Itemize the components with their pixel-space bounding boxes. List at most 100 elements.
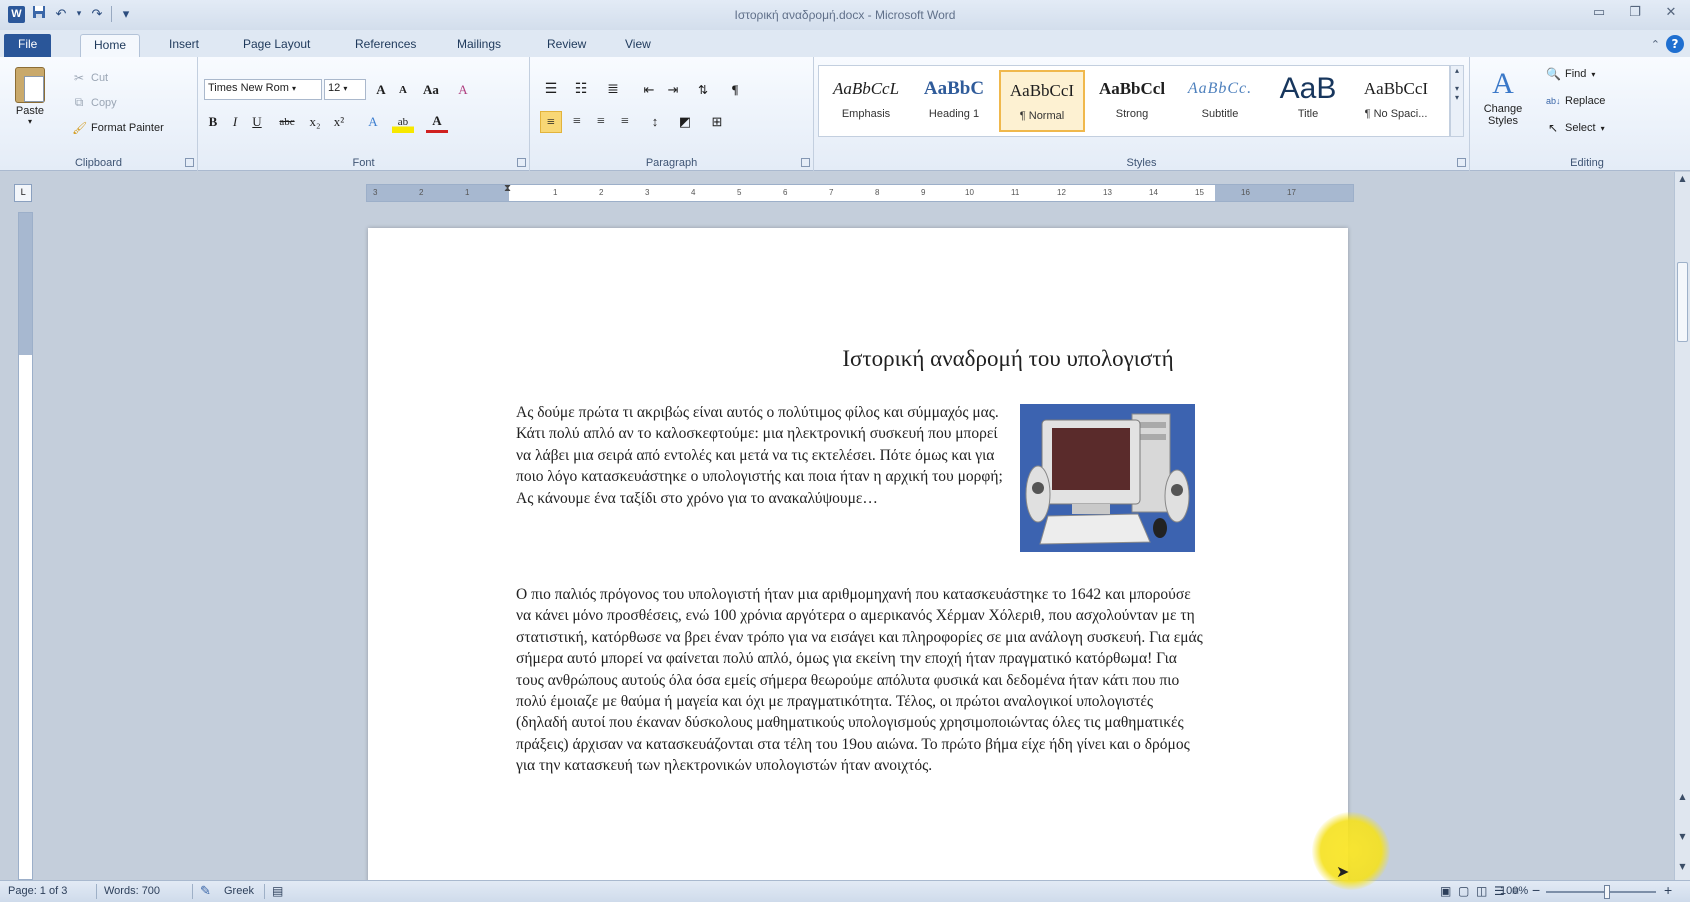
change-case-button[interactable]: Aa [420, 79, 442, 101]
decrease-indent-icon[interactable]: ⇤ [638, 79, 660, 101]
scissors-icon: ✂ [73, 71, 85, 85]
find-button[interactable]: 🔍 Find ▾ [1546, 67, 1595, 81]
clear-formatting-button[interactable]: A [452, 79, 474, 101]
multilevel-list-icon[interactable]: ≣ [602, 79, 624, 101]
highlight-button[interactable]: ab [392, 111, 414, 133]
strikethrough-button[interactable]: abc [276, 111, 298, 133]
line-spacing-icon[interactable]: ↕ [644, 111, 666, 133]
zoom-slider-thumb[interactable] [1604, 885, 1610, 899]
dialog-launcher-icon[interactable] [1457, 158, 1466, 167]
shrink-font-button[interactable]: A [392, 79, 414, 101]
style-strong[interactable]: AaBbCcl Strong [1089, 70, 1175, 132]
font-name-value: Times New Rom [208, 82, 289, 94]
language-indicator[interactable]: Greek [224, 885, 254, 897]
align-right-icon[interactable]: ≡ [590, 111, 612, 133]
shading-icon[interactable]: ◩ [674, 111, 696, 133]
font-name-combo[interactable]: Times New Rom ▾ [204, 79, 322, 100]
grow-font-button[interactable]: A [370, 79, 392, 101]
indent-marker-icon[interactable]: ⧗ [504, 183, 511, 194]
proofing-icon[interactable]: ✎ [200, 883, 211, 899]
bullets-icon[interactable]: ☰ [540, 79, 562, 101]
select-button[interactable]: ↖ Select ▾ [1546, 121, 1605, 135]
computer-image[interactable] [1020, 404, 1195, 552]
document-page[interactable]: Ιστορική αναδρομή του υπολογιστή Ας δούμ… [368, 228, 1348, 888]
ruler-tick: 7 [829, 188, 834, 197]
align-center-icon[interactable]: ≡ [566, 111, 588, 133]
justify-icon[interactable]: ≡ [614, 111, 636, 133]
numbering-icon[interactable]: ☷ [570, 79, 592, 101]
italic-button[interactable]: I [224, 111, 246, 133]
style-no-spacing[interactable]: AaBbCcI ¶ No Spaci... [1353, 70, 1439, 132]
align-left-icon[interactable]: ≡ [540, 111, 562, 133]
tab-insert[interactable]: Insert [156, 34, 212, 57]
clipboard-group-label: Clipboard [74, 157, 123, 169]
dialog-launcher-icon[interactable] [801, 158, 810, 167]
style-sample: AaBbCcI [1363, 79, 1429, 98]
ruler-tick: 2 [599, 188, 604, 197]
macro-recording-icon[interactable]: ▤ [272, 884, 283, 898]
format-painter-button[interactable]: 🖌 Format Painter [72, 121, 164, 135]
replace-button[interactable]: ab↓ Replace [1546, 95, 1605, 107]
close-icon[interactable]: ✕ [1662, 4, 1680, 22]
vertical-ruler[interactable] [18, 212, 33, 880]
font-size-combo[interactable]: 12 ▾ [324, 79, 366, 100]
superscript-button[interactable]: x² [328, 111, 350, 133]
text-effects-button[interactable]: A [362, 111, 384, 133]
restore-icon[interactable]: ❐ [1626, 4, 1644, 22]
style-subtitle[interactable]: AaBbCc. Subtitle [1177, 70, 1263, 132]
increase-indent-icon[interactable]: ⇥ [662, 79, 684, 101]
change-styles-button[interactable]: A Change Styles [1476, 65, 1530, 127]
help-icon[interactable]: ? [1666, 35, 1684, 53]
style-title[interactable]: AaB Title [1265, 70, 1351, 132]
window-title: Ιστορική αναδρομή.docx - Microsoft Word [734, 8, 956, 22]
minimize-ribbon-icon[interactable]: ⌃ [1651, 38, 1660, 51]
paragraph-group: ☰ ☷ ≣ ⇤ ⇥ ⇅ ¶ ≡ ≡ ≡ ≡ ↕ ◩ ⊞ Paragraph [530, 57, 814, 171]
vertical-scrollbar[interactable]: ▲ ▲ ▼ ▼ [1674, 172, 1690, 880]
scroll-thumb[interactable] [1677, 262, 1688, 342]
tab-page-layout[interactable]: Page Layout [230, 34, 323, 57]
tab-references[interactable]: References [342, 34, 429, 57]
sort-icon[interactable]: ⇅ [692, 79, 714, 101]
paste-icon [15, 67, 45, 103]
tab-home[interactable]: Home [80, 34, 141, 57]
tab-review[interactable]: Review [534, 34, 599, 57]
word-count[interactable]: Words: 700 [104, 885, 160, 897]
tab-file[interactable]: File [4, 34, 52, 57]
minimize-icon[interactable]: ▭ [1590, 4, 1608, 22]
zoom-in-button[interactable]: + [1664, 882, 1672, 898]
tab-mailings[interactable]: Mailings [444, 34, 514, 57]
styles-gallery-scroll[interactable]: ▴ ▾ ▾ [1450, 65, 1464, 137]
view-web-layout-icon[interactable]: ◫ [1476, 884, 1487, 898]
tab-selector-icon[interactable]: L [14, 184, 32, 202]
borders-icon[interactable]: ⊞ [706, 111, 728, 133]
dialog-launcher-icon[interactable] [185, 158, 194, 167]
scroll-down-icon[interactable]: ▼ [1675, 862, 1690, 871]
next-page-icon[interactable]: ▼ [1675, 832, 1690, 841]
scroll-up-icon[interactable]: ▲ [1675, 174, 1690, 183]
cut-button[interactable]: ✂ Cut [72, 71, 108, 85]
style-normal[interactable]: AaBbCcI ¶ Normal [999, 70, 1085, 132]
show-marks-button[interactable]: ¶ [724, 79, 746, 101]
view-print-layout-icon[interactable]: ▣ [1440, 884, 1451, 898]
zoom-level[interactable]: 100% [1500, 885, 1528, 897]
zoom-out-button[interactable]: − [1532, 882, 1540, 898]
change-styles-label: Change Styles [1483, 103, 1523, 127]
paste-button[interactable]: Paste ▾ [6, 63, 54, 143]
horizontal-ruler[interactable]: 3 2 1 1 2 3 4 5 6 7 8 9 10 11 12 13 14 1… [366, 183, 1354, 202]
ruler-tick: 1 [465, 188, 470, 197]
subscript-button[interactable]: x₂ [304, 111, 326, 133]
view-full-screen-icon[interactable]: ▢ [1458, 884, 1469, 898]
previous-page-icon[interactable]: ▲ [1675, 792, 1690, 801]
underline-button[interactable]: U [246, 111, 268, 133]
font-color-button[interactable]: A [426, 111, 448, 133]
bold-button[interactable]: B [202, 111, 224, 133]
copy-button[interactable]: ⧉ Copy [72, 95, 117, 110]
tab-view[interactable]: View [612, 34, 664, 57]
style-sample: AaBbCcL [832, 79, 900, 98]
zoom-slider[interactable] [1546, 891, 1656, 893]
dialog-launcher-icon[interactable] [517, 158, 526, 167]
style-name: Emphasis [841, 108, 891, 120]
style-emphasis[interactable]: AaBbCcL Emphasis [823, 70, 909, 132]
page-count[interactable]: Page: 1 of 3 [8, 885, 67, 897]
style-heading-1[interactable]: AaBbC Heading 1 [911, 70, 997, 132]
